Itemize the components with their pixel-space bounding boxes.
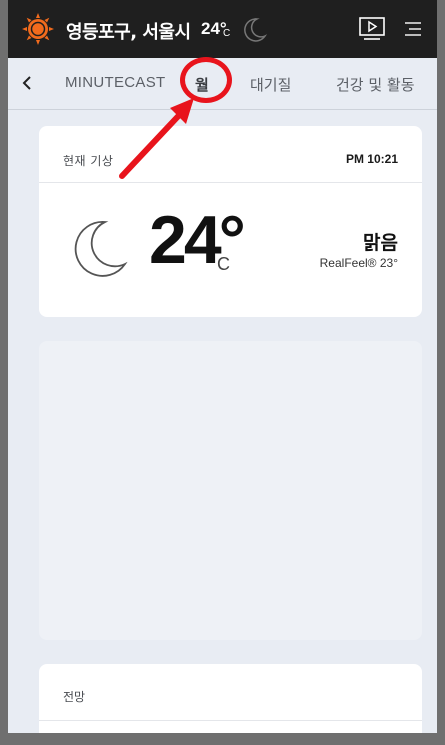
divider: [39, 182, 422, 183]
current-weather-card[interactable]: 현재 기상 PM 10:21 24° C 맑음 RealFeel® 23°: [39, 126, 422, 317]
header-temperature-unit: C: [223, 28, 231, 39]
moon-icon: [74, 221, 128, 277]
tab-health-activities[interactable]: 건강 및 활동: [336, 74, 415, 95]
weather-condition: 맑음: [363, 232, 398, 254]
current-time: PM 10:21: [345, 152, 398, 166]
annotation-arrow-icon: [119, 98, 194, 179]
app-frame: 영등포구, 서울시 24° C MINUTECAST 월 대기질 건강 및 활동…: [0, 0, 445, 745]
menu-icon[interactable]: [404, 22, 422, 36]
current-weather-label: 현재 기상: [63, 154, 114, 168]
app-header: 영등포구, 서울시 24° C: [8, 0, 437, 58]
ad-placeholder: [39, 341, 422, 640]
forecast-card[interactable]: 전망: [39, 664, 422, 733]
current-temperature-unit: C: [217, 254, 230, 274]
video-play-icon[interactable]: [358, 16, 386, 42]
forecast-label: 전망: [63, 690, 86, 704]
divider: [39, 720, 422, 721]
moon-icon: [244, 18, 268, 42]
tab-air-quality[interactable]: 대기질: [250, 74, 291, 95]
tab-minutecast[interactable]: MINUTECAST: [65, 74, 166, 91]
location-title[interactable]: 영등포구, 서울시: [66, 18, 191, 44]
realfeel-value: RealFeel® 23°: [319, 256, 398, 270]
back-chevron-icon[interactable]: [20, 74, 34, 92]
sun-icon: [22, 13, 54, 45]
